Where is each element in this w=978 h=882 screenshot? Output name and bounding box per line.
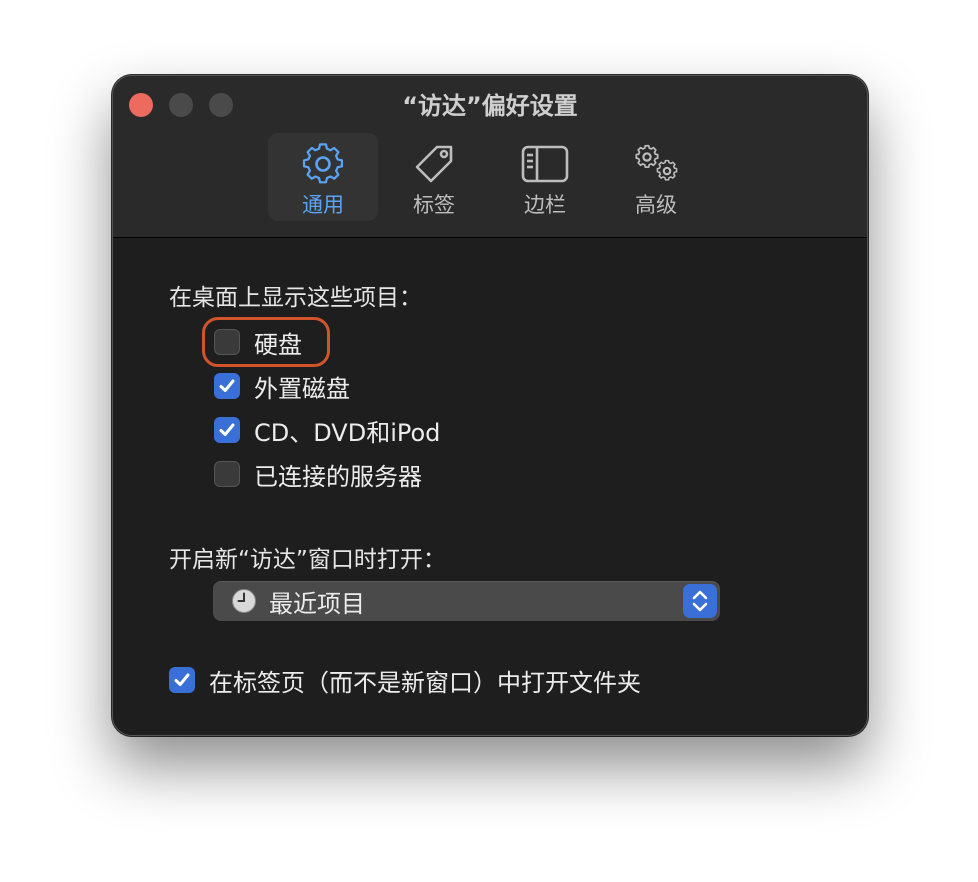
checkmark-icon bbox=[174, 673, 190, 686]
checkmark-icon bbox=[219, 423, 235, 436]
connected-servers-checkbox[interactable] bbox=[214, 461, 240, 487]
popup-stepper[interactable] bbox=[683, 584, 717, 618]
toolbar: “访达”偏好设置 通用 标签 边栏 高级 bbox=[113, 76, 867, 238]
external-disks-label: 外置磁盘 bbox=[254, 374, 350, 403]
external-disks-checkbox[interactable] bbox=[214, 373, 240, 399]
tab-general[interactable]: 通用 bbox=[268, 133, 378, 221]
checkbox-row-hard-disks[interactable]: 硬盘 bbox=[214, 326, 302, 359]
hard-disks-label: 硬盘 bbox=[254, 330, 302, 359]
checkmark-icon bbox=[219, 379, 235, 392]
open-in-tabs-checkbox[interactable] bbox=[169, 667, 195, 693]
gears-icon bbox=[635, 144, 678, 181]
gear-icon bbox=[302, 143, 344, 184]
cd-dvd-ipod-label: CD、DVD和iPod bbox=[254, 418, 441, 447]
tag-icon bbox=[415, 145, 453, 183]
new-window-heading: 开启新“访达”窗口时打开： bbox=[169, 547, 446, 573]
clock-icon bbox=[232, 589, 256, 613]
tab-tags[interactable]: 标签 bbox=[379, 133, 489, 221]
tab-sidebar[interactable]: 边栏 bbox=[490, 133, 600, 221]
new-window-popup-value: 最近项目 bbox=[269, 590, 365, 618]
new-window-popup[interactable]: 最近项目 bbox=[213, 581, 720, 621]
tab-sidebar-label: 边栏 bbox=[524, 193, 566, 217]
cd-dvd-ipod-checkbox[interactable] bbox=[214, 417, 240, 443]
hard-disks-checkbox[interactable] bbox=[214, 329, 240, 355]
window-title: “访达”偏好设置 bbox=[402, 92, 578, 120]
open-in-tabs-label: 在标签页（而不是新窗口）中打开文件夹 bbox=[209, 668, 641, 697]
finder-preferences-window: “访达”偏好设置 通用 标签 边栏 高级 在桌面上显示这些项目： 硬盘 外置磁盘… bbox=[112, 75, 868, 736]
checkbox-row-open-in-tabs[interactable]: 在标签页（而不是新窗口）中打开文件夹 bbox=[169, 664, 641, 697]
tab-tags-label: 标签 bbox=[413, 193, 455, 217]
checkbox-row-connected-servers[interactable]: 已连接的服务器 bbox=[214, 458, 422, 491]
tab-advanced-label: 高级 bbox=[635, 193, 677, 217]
tab-general-label: 通用 bbox=[302, 193, 344, 217]
general-pane: 在桌面上显示这些项目： 硬盘 外置磁盘 CD、DVD和iPod 已连接的服务器 … bbox=[113, 238, 867, 735]
sidebar-icon bbox=[521, 145, 569, 183]
checkbox-row-external-disks[interactable]: 外置磁盘 bbox=[214, 370, 350, 403]
tab-advanced[interactable]: 高级 bbox=[601, 133, 711, 221]
checkbox-row-cd-dvd-ipod[interactable]: CD、DVD和iPod bbox=[214, 414, 441, 447]
connected-servers-label: 已连接的服务器 bbox=[254, 462, 422, 491]
desktop-items-heading: 在桌面上显示这些项目： bbox=[169, 285, 422, 311]
chevron-up-down-icon bbox=[692, 590, 708, 612]
